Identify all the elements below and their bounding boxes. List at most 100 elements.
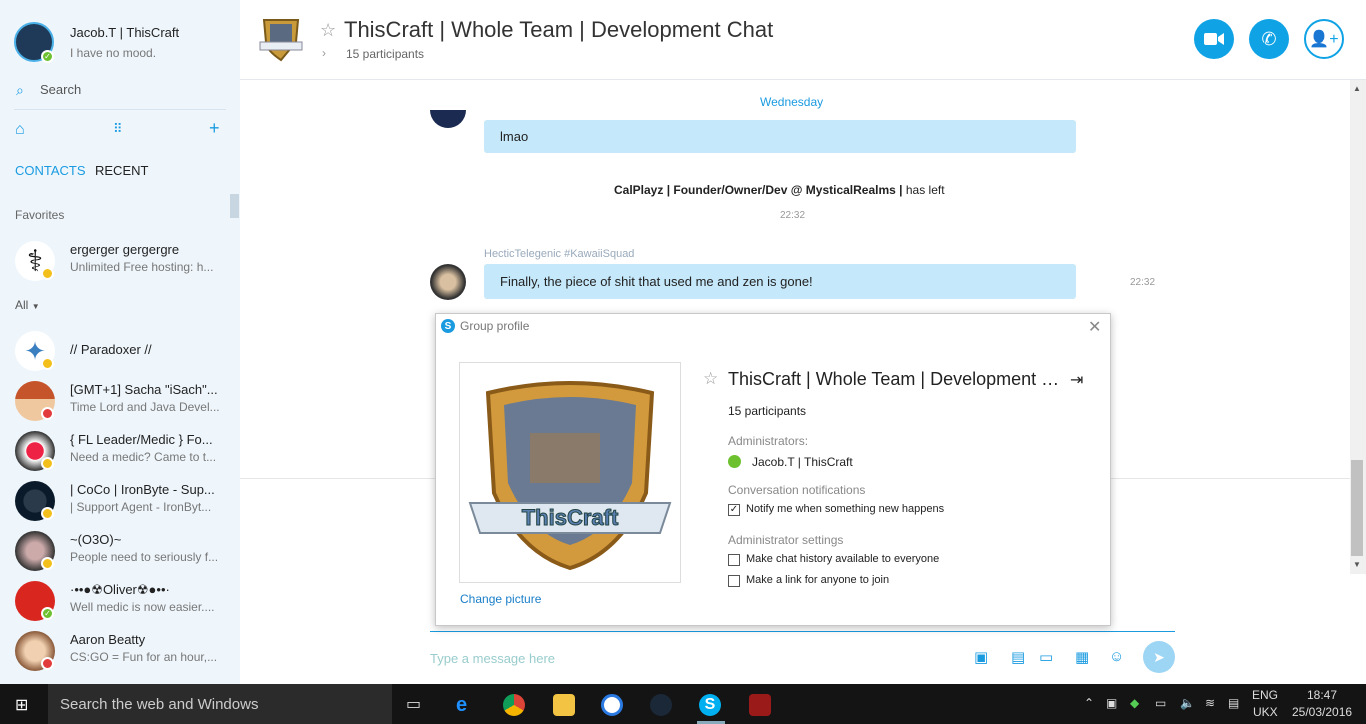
task-view-icon[interactable]: ▭ [406,694,421,714]
sender-avatar[interactable] [430,92,466,128]
change-picture-link[interactable]: Change picture [460,592,541,606]
admin-name[interactable]: Jacob.T | ThisCraft [752,455,853,469]
contact-name: { FL Leader/Medic } Fo... [70,432,213,447]
divider [14,109,226,110]
admin-settings-label: Administrator settings [728,533,844,547]
sender-avatar[interactable] [430,264,466,300]
system-user: CalPlayz | Founder/Owner/Dev @ MysticalR… [614,183,903,197]
group-picture[interactable]: ThisCraft [459,362,681,583]
my-mood[interactable]: I have no mood. [70,46,156,60]
dialpad-icon[interactable]: ⠿ [113,121,123,137]
contact-mood: Well medic is now easier.... [70,600,215,614]
tab-contacts[interactable]: CONTACTS [15,163,86,178]
message-input[interactable]: Type a message here [430,651,555,666]
skype-taskbar-icon[interactable]: S [699,694,721,716]
keyboard-layout[interactable]: UKX [1253,705,1278,719]
close-icon[interactable]: ✕ [1088,317,1101,337]
share-photo-icon[interactable]: ▣ [974,648,988,666]
conversation-title[interactable]: ThisCraft | Whole Team | Development Cha… [344,17,773,43]
online-status-icon: ✓ [41,607,54,620]
chevron-up-icon[interactable]: ⌃ [1084,696,1094,710]
send-icon: ➤ [1153,648,1165,665]
online-status-icon: ✓ [41,50,54,63]
contact-item[interactable]: ✓ ·••●☢Oliver☢●••· Well medic is now eas… [0,578,230,628]
clock-date[interactable]: 25/03/2016 [1292,705,1352,719]
sender-name[interactable]: HecticTelegenic #KawaiiSquad [484,248,634,260]
send-file-icon[interactable]: ▤ [1011,648,1025,666]
busy-status-icon [41,657,54,670]
away-status-icon [41,267,54,280]
edge-icon[interactable]: e [456,694,478,716]
emoticon-icon[interactable]: ☺ [1109,648,1124,665]
notify-checkbox[interactable]: ✓ [728,504,740,516]
join-link-checkbox[interactable] [728,575,740,587]
contact-mood: People need to seriously f... [70,550,219,564]
history-checkbox[interactable] [728,554,740,566]
power-icon[interactable]: ▭ [1155,696,1166,710]
contact-mood: Time Lord and Java Devel... [70,400,220,414]
contact-item[interactable]: [GMT+1] Sacha "iSach"... Time Lord and J… [0,378,230,428]
home-icon[interactable]: ⌂ [15,121,25,139]
scroll-up-icon[interactable]: ▲ [1353,84,1361,93]
language-indicator[interactable]: ENG [1252,688,1278,702]
add-participants-button[interactable]: 👤+ [1304,19,1344,59]
tray-icon[interactable]: ◆ [1130,696,1139,710]
tray-icon[interactable]: ▣ [1106,696,1117,710]
steam-icon[interactable] [650,694,672,716]
audio-call-button[interactable]: ✆ [1249,19,1289,59]
contact-item[interactable]: ✦ // Paradoxer // [0,328,230,378]
sidebar-scrollbar[interactable] [230,194,239,218]
file-explorer-icon[interactable] [553,694,575,716]
filter-dropdown[interactable]: All ▼ [15,298,40,312]
contact-name: Aaron Beatty [70,632,146,647]
contact-name: ergerger gergergre [70,242,180,257]
busy-status-icon [41,407,54,420]
action-center-icon[interactable]: ▤ [1228,696,1239,710]
participants-count[interactable]: 15 participants [346,47,424,61]
contact-name: // Paradoxer // [70,342,152,357]
scrollbar-thumb[interactable] [1351,460,1363,556]
taskbar-search[interactable]: Search the web and Windows [48,684,392,724]
message-bubble[interactable]: Finally, the piece of shit that used me … [484,264,1076,299]
video-message-icon[interactable]: ▭ [1039,648,1053,666]
group-name[interactable]: ThisCraft | Whole Team | Development C..… [728,369,1068,390]
contact-item[interactable]: ~(O3O)~ People need to seriously f... [0,528,230,578]
participants-count[interactable]: 15 participants [728,404,806,418]
contact-item[interactable]: Aaron Beatty CS:GO = Fun for an hour,... [0,628,230,678]
send-button[interactable]: ➤ [1143,641,1175,673]
chrome-icon[interactable] [503,694,525,716]
windows-start-icon[interactable]: ⊞ [15,695,28,715]
contact-name: ·••●☢Oliver☢●••· [70,582,170,597]
favorite-star-icon[interactable]: ☆ [703,369,718,389]
group-logo[interactable] [256,14,306,64]
chevron-right-icon[interactable]: › [322,46,326,60]
contact-name: | CoCo | IronByte - Sup... [70,482,215,497]
my-name[interactable]: Jacob.T | ThisCraft [70,25,179,40]
volume-icon[interactable]: 🔈 [1180,696,1195,710]
search-input[interactable]: Search [40,82,81,97]
contact-name: [GMT+1] Sacha "iSach"... [70,382,218,397]
compose-underline [430,631,1175,632]
app-icon[interactable] [601,694,623,716]
message-bubble[interactable]: lmao [484,120,1076,153]
contact-mood: Need a medic? Came to t... [70,450,217,464]
contact-card-icon[interactable]: ▦ [1075,648,1089,666]
contact-item[interactable]: { FL Leader/Medic } Fo... Need a medic? … [0,428,230,478]
add-icon[interactable]: + [209,118,220,139]
clock-time[interactable]: 18:47 [1307,688,1337,702]
favorites-header: Favorites [15,208,65,222]
favorite-contact[interactable]: ⚕ ergerger gergergre Unlimited Free host… [0,238,230,288]
notify-option-label: Notify me when something new happens [746,503,945,515]
video-call-button[interactable] [1194,19,1234,59]
scroll-down-icon[interactable]: ▼ [1353,560,1361,569]
contact-item[interactable]: | CoCo | IronByte - Sup... | Support Age… [0,478,230,528]
leave-group-icon[interactable]: ⇥ [1070,370,1083,390]
tab-recent[interactable]: RECENT [95,163,148,178]
join-link-option-label: Make a link for anyone to join [746,574,890,586]
wifi-icon[interactable]: ≋ [1205,696,1215,710]
contact-name: ~(O3O)~ [70,532,122,547]
app-icon[interactable] [749,694,771,716]
message-timestamp: 22:32 [1130,277,1156,288]
video-icon [1204,33,1224,45]
favorite-star-icon[interactable]: ☆ [320,20,336,41]
